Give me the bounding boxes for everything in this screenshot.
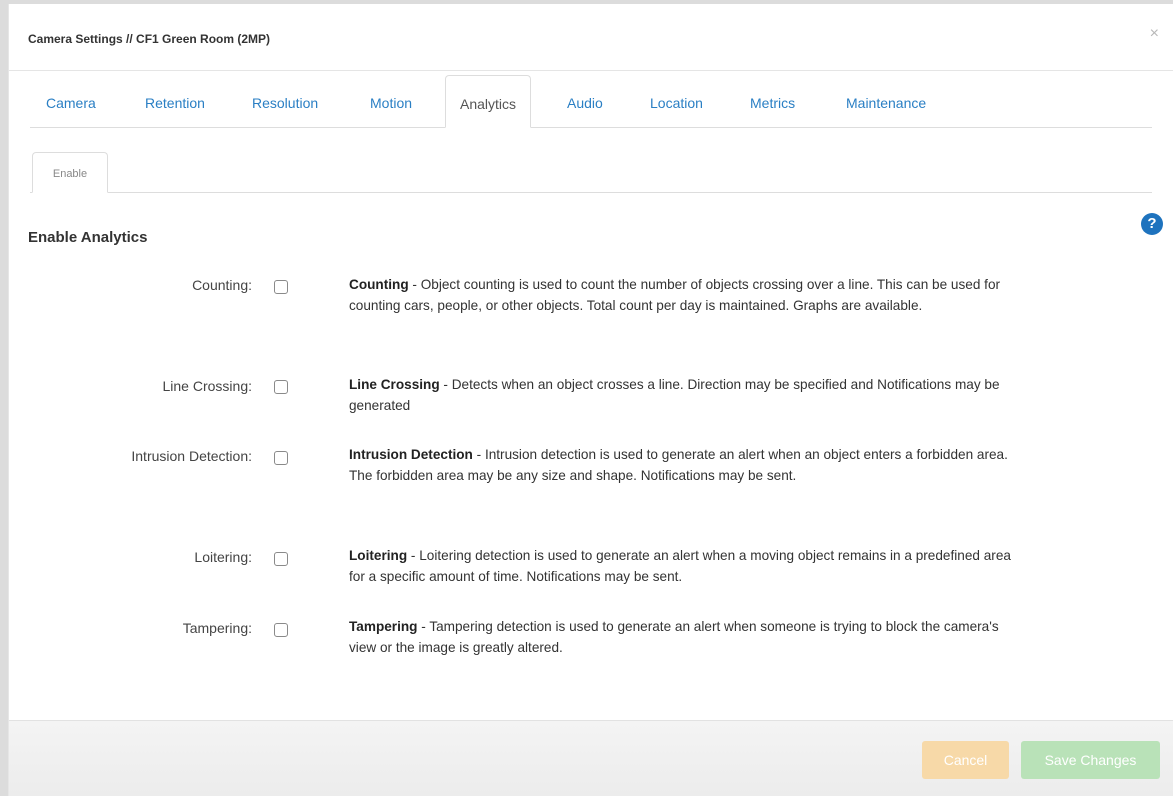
counting-desc-text: - Object counting is used to count the n… [349, 277, 1001, 313]
loitering-checkbox[interactable] [274, 552, 288, 566]
tab-camera[interactable]: Camera [46, 75, 96, 127]
tab-maintenance[interactable]: Maintenance [846, 75, 926, 127]
tab-resolution[interactable]: Resolution [252, 75, 318, 127]
question-circle-icon[interactable]: ? [1141, 213, 1163, 235]
line-crossing-label: Line Crossing: [162, 378, 253, 394]
section-title: Enable Analytics [28, 229, 148, 246]
counting-name: Counting [349, 277, 409, 292]
tab-metrics[interactable]: Metrics [750, 75, 795, 127]
counting-description: Counting - Object counting is used to co… [349, 274, 1017, 316]
tab-analytics[interactable]: Analytics [445, 75, 532, 128]
tampering-desc-text: - Tampering detection is used to generat… [349, 619, 999, 655]
line-crossing-description: Line Crossing - Detects when an object c… [349, 374, 1017, 416]
tab-retention[interactable]: Retention [145, 75, 205, 127]
settings-tabs: Camera Retention Resolution Motion Analy… [30, 75, 1152, 128]
loitering-name: Loitering [349, 548, 408, 563]
close-icon[interactable]: × [1150, 24, 1159, 44]
counting-label: Counting: [192, 277, 252, 293]
intrusion-detection-name: Intrusion Detection [349, 447, 473, 462]
loitering-label: Loitering: [194, 549, 252, 565]
tab-location[interactable]: Location [650, 75, 703, 127]
intrusion-detection-description: Intrusion Detection - Intrusion detectio… [349, 444, 1017, 486]
line-crossing-desc-text: - Detects when an object crosses a line.… [349, 377, 1000, 413]
tampering-name: Tampering [349, 619, 418, 634]
line-crossing-name: Line Crossing [349, 377, 440, 392]
subtab-enable[interactable]: Enable [32, 152, 108, 193]
tampering-checkbox[interactable] [274, 623, 288, 637]
dialog-title: Camera Settings // CF1 Green Room (2MP) [28, 32, 271, 46]
tab-motion[interactable]: Motion [370, 75, 412, 127]
analytics-subtabs: Enable [30, 152, 1152, 193]
loitering-desc-text: - Loitering detection is used to generat… [349, 548, 1011, 584]
line-crossing-checkbox[interactable] [274, 380, 288, 394]
save-changes-button[interactable]: Save Changes [1021, 741, 1160, 779]
dialog-header: Camera Settings // CF1 Green Room (2MP) … [9, 4, 1173, 71]
tab-audio[interactable]: Audio [567, 75, 603, 127]
loitering-description: Loitering - Loitering detection is used … [349, 545, 1017, 587]
tampering-label: Tampering: [182, 620, 252, 636]
intrusion-detection-checkbox[interactable] [274, 451, 288, 465]
tampering-description: Tampering - Tampering detection is used … [349, 616, 1017, 658]
camera-settings-dialog: Camera Settings // CF1 Green Room (2MP) … [8, 4, 1173, 796]
cancel-button[interactable]: Cancel [922, 741, 1009, 779]
counting-checkbox[interactable] [274, 280, 288, 294]
intrusion-detection-label: Intrusion Detection: [131, 448, 252, 464]
